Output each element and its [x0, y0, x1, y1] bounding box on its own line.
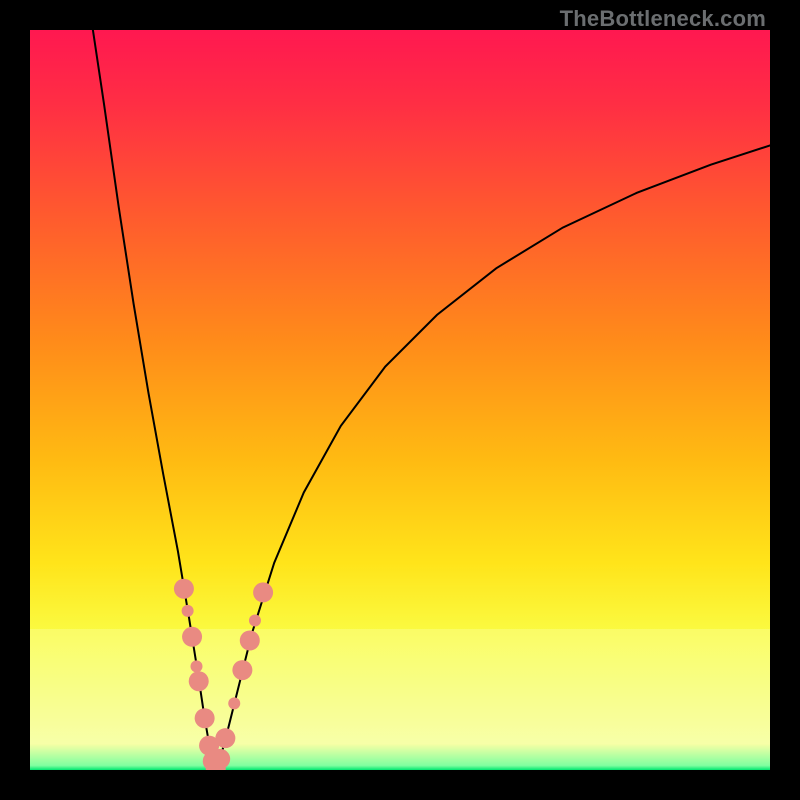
chart-frame: TheBottleneck.com: [0, 0, 800, 800]
highlight-point: [240, 631, 260, 651]
highlighted-points: [174, 579, 273, 770]
highlight-point: [195, 708, 215, 728]
watermark-text: TheBottleneck.com: [560, 6, 766, 32]
highlight-point: [228, 697, 240, 709]
highlight-point: [210, 749, 230, 769]
highlight-point: [191, 660, 203, 672]
bottleneck-curve: [93, 30, 770, 770]
highlight-point: [215, 728, 235, 748]
highlight-point: [232, 660, 252, 680]
highlight-point: [182, 627, 202, 647]
highlight-point: [182, 605, 194, 617]
curve-layer: [30, 30, 770, 770]
plot-area: [30, 30, 770, 770]
highlight-point: [253, 582, 273, 602]
highlight-point: [189, 671, 209, 691]
curve-right-branch: [216, 145, 770, 770]
highlight-point: [249, 615, 261, 627]
highlight-point: [174, 579, 194, 599]
curve-left-branch: [93, 30, 216, 770]
